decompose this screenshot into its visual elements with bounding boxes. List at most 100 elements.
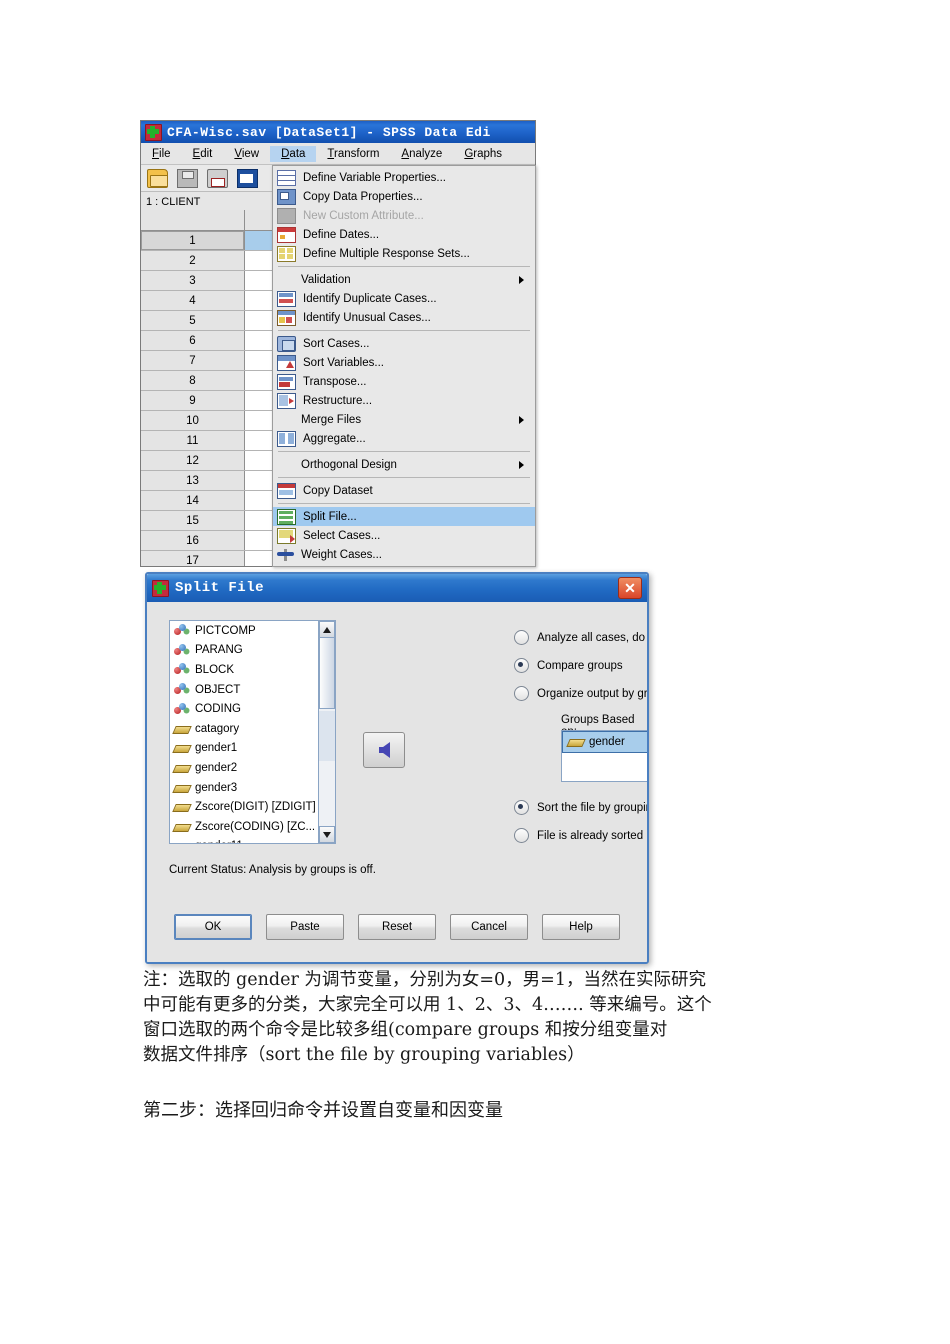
scrollbar-thumb[interactable] bbox=[319, 637, 335, 709]
cancel-button[interactable]: Cancel bbox=[450, 914, 528, 940]
menu-item-aggregate[interactable]: Aggregate... bbox=[273, 429, 535, 448]
menu-item-transpose[interactable]: Transpose... bbox=[273, 372, 535, 391]
menu-item-identify-duplicate-cases[interactable]: Identify Duplicate Cases... bbox=[273, 289, 535, 308]
reset-button[interactable]: Reset bbox=[358, 914, 436, 940]
list-item[interactable]: gender11 bbox=[170, 837, 335, 843]
print-icon[interactable] bbox=[207, 168, 228, 188]
menu-item-orthogonal-design[interactable]: Orthogonal Design bbox=[273, 455, 535, 474]
list-item[interactable]: catagory bbox=[170, 719, 335, 739]
menu-item-label: Weight Cases... bbox=[301, 548, 382, 561]
variables-icon[interactable] bbox=[237, 168, 258, 188]
row-number[interactable]: 13 bbox=[141, 471, 245, 490]
row-number[interactable]: 4 bbox=[141, 291, 245, 310]
menu-item-sort-variables[interactable]: Sort Variables... bbox=[273, 353, 535, 372]
row-number[interactable]: 7 bbox=[141, 351, 245, 370]
scrollbar-track[interactable] bbox=[319, 711, 335, 761]
scroll-up-button[interactable] bbox=[319, 621, 335, 638]
radio-button[interactable] bbox=[514, 800, 529, 815]
nominal-measure-icon bbox=[174, 683, 189, 696]
menu-view[interactable]: View bbox=[223, 146, 270, 162]
groups-based-on-list[interactable]: gender bbox=[561, 730, 647, 782]
list-item[interactable]: BLOCK bbox=[170, 660, 335, 680]
row-number[interactable]: 11 bbox=[141, 431, 245, 450]
note-line: 中可能有更多的分类，大家完全可以用 1、2、3、4……. 等来编号。这个 bbox=[143, 995, 712, 1015]
variable-list[interactable]: PICTCOMP PARANG BLOCK OBJECT CODING catagory g… bbox=[169, 620, 336, 844]
list-item[interactable]: PICTCOMP bbox=[170, 621, 335, 641]
menu-file[interactable]: File bbox=[141, 146, 182, 162]
variable-name: BLOCK bbox=[195, 663, 234, 676]
list-item[interactable]: Zscore(DIGIT) [ZDIGIT] bbox=[170, 797, 335, 817]
transpose-icon bbox=[277, 373, 296, 390]
row-number[interactable]: 9 bbox=[141, 391, 245, 410]
list-item[interactable]: CODING bbox=[170, 699, 335, 719]
list-item[interactable]: gender3 bbox=[170, 778, 335, 798]
radio-analyze-all-cases[interactable]: Analyze all cases, do not create groups bbox=[514, 630, 647, 645]
open-file-icon[interactable] bbox=[147, 168, 168, 188]
scroll-down-button[interactable] bbox=[319, 826, 335, 843]
sort-variables-icon bbox=[277, 354, 296, 371]
row-number[interactable]: 12 bbox=[141, 451, 245, 470]
row-number[interactable]: 5 bbox=[141, 311, 245, 330]
menu-item-weight-cases[interactable]: Weight Cases... bbox=[273, 545, 535, 564]
row-number[interactable]: 15 bbox=[141, 511, 245, 530]
paste-button[interactable]: Paste bbox=[266, 914, 344, 940]
ok-button[interactable]: OK bbox=[174, 914, 252, 940]
row-number[interactable]: 1 bbox=[141, 231, 245, 250]
menu-data[interactable]: Data bbox=[270, 145, 317, 162]
row-number[interactable]: 2 bbox=[141, 251, 245, 270]
radio-compare-groups[interactable]: Compare groups bbox=[514, 658, 623, 673]
sort-cases-icon bbox=[277, 335, 296, 352]
menu-item-split-file[interactable]: Split File... bbox=[273, 507, 535, 526]
scale-measure-icon bbox=[174, 782, 189, 794]
variable-name: CODING bbox=[195, 703, 241, 716]
row-number[interactable]: 16 bbox=[141, 531, 245, 550]
menu-item-restructure[interactable]: Restructure... bbox=[273, 391, 535, 410]
list-item[interactable]: gender1 bbox=[170, 739, 335, 759]
help-button[interactable]: Help bbox=[542, 914, 620, 940]
row-number[interactable]: 8 bbox=[141, 371, 245, 390]
radio-file-already-sorted[interactable]: File is already sorted bbox=[514, 828, 643, 843]
menu-edit[interactable]: Edit bbox=[182, 146, 224, 162]
radio-button[interactable] bbox=[514, 658, 529, 673]
row-number[interactable]: 6 bbox=[141, 331, 245, 350]
note-line: 数据文件排序（sort the file by grouping variabl… bbox=[143, 1045, 585, 1065]
menu-transform[interactable]: Transform bbox=[316, 146, 390, 162]
variable-name: PICTCOMP bbox=[195, 624, 256, 637]
menu-item-validation[interactable]: Validation bbox=[273, 270, 535, 289]
menu-item-label: Validation bbox=[301, 273, 351, 286]
radio-organize-output[interactable]: Organize output by groups bbox=[514, 686, 647, 701]
chevron-right-icon bbox=[519, 415, 524, 424]
row-number[interactable]: 17 bbox=[141, 551, 245, 566]
close-icon[interactable]: ✕ bbox=[618, 577, 642, 599]
split-file-titlebar: Split File ✕ bbox=[147, 574, 647, 602]
row-number[interactable]: 10 bbox=[141, 411, 245, 430]
menu-item-define-multiple-response-sets[interactable]: Define Multiple Response Sets... bbox=[273, 244, 535, 263]
menu-item-sort-cases[interactable]: Sort Cases... bbox=[273, 334, 535, 353]
radio-button[interactable] bbox=[514, 630, 529, 645]
menu-item-define-variable-properties[interactable]: Define Variable Properties... bbox=[273, 168, 535, 187]
list-item[interactable]: gender2 bbox=[170, 758, 335, 778]
move-left-arrow-icon[interactable] bbox=[363, 732, 405, 768]
list-item[interactable]: OBJECT bbox=[170, 680, 335, 700]
row-number[interactable]: 3 bbox=[141, 271, 245, 290]
menu-item-merge-files[interactable]: Merge Files bbox=[273, 410, 535, 429]
radio-button[interactable] bbox=[514, 686, 529, 701]
variable-list-scrollbar[interactable] bbox=[318, 621, 335, 843]
row-number[interactable]: 14 bbox=[141, 491, 245, 510]
save-icon[interactable] bbox=[177, 168, 198, 188]
list-item[interactable]: Zscore(CODING) [ZC... bbox=[170, 817, 335, 837]
menu-item-identify-unusual-cases[interactable]: Identify Unusual Cases... bbox=[273, 308, 535, 327]
menu-item-copy-data-properties[interactable]: Copy Data Properties... bbox=[273, 187, 535, 206]
menu-graphs[interactable]: Graphs bbox=[453, 146, 513, 162]
list-item[interactable]: gender bbox=[562, 731, 647, 753]
menu-item-select-cases[interactable]: Select Cases... bbox=[273, 526, 535, 545]
list-item[interactable]: PARANG bbox=[170, 641, 335, 661]
menu-separator bbox=[278, 503, 530, 504]
current-status-text: Current Status: Analysis by groups is of… bbox=[169, 864, 376, 876]
radio-button[interactable] bbox=[514, 828, 529, 843]
menu-item-define-dates[interactable]: Define Dates... bbox=[273, 225, 535, 244]
note-line: 注：选取的 gender 为调节变量，分别为女=0，男=1，当然在实际研究 bbox=[143, 970, 706, 990]
menu-item-copy-dataset[interactable]: Copy Dataset bbox=[273, 481, 535, 500]
radio-sort-file[interactable]: Sort the file by grouping variables bbox=[514, 800, 647, 815]
menu-analyze[interactable]: Analyze bbox=[390, 146, 453, 162]
